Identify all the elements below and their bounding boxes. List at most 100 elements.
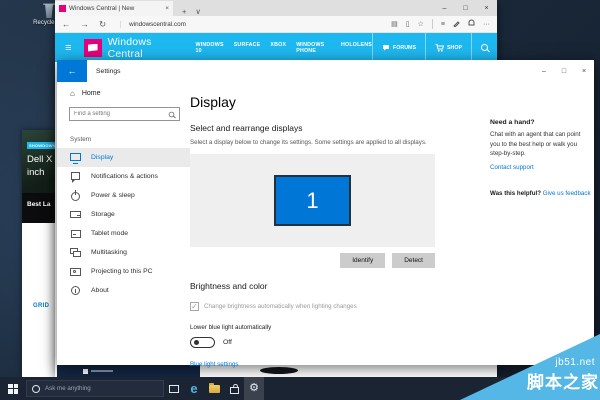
browser-maximize-button[interactable]: □ [455,5,476,12]
nav-windows-phone[interactable]: WINDOWS PHONE [296,42,331,54]
back-icon[interactable]: ← [62,19,71,29]
sidebar-item-storage[interactable]: Storage [57,205,190,224]
search-icon [481,44,488,51]
store-bag-icon [229,383,239,394]
reading-list-icon[interactable]: ▯ [406,20,410,28]
task-view-button[interactable] [164,377,184,400]
about-icon [70,285,82,297]
watermark-site-name: 脚本之家 [527,373,599,392]
feedback-link[interactable]: Give us feedback [543,190,591,197]
help-title: Need a hand? [490,119,535,126]
site-brand[interactable]: Windows Central [108,36,181,60]
footer-text-line [91,370,113,372]
taskbar-explorer-button[interactable] [204,377,224,400]
tab-bar: Windows Central | New × + ∨ – □ × [55,0,497,16]
find-setting-search-icon[interactable] [168,111,175,117]
sidebar-item-power[interactable]: Power & sleep [57,186,190,205]
share-icon[interactable] [468,19,475,29]
find-setting-input[interactable] [74,111,168,117]
find-setting-searchbox[interactable] [69,107,180,121]
refresh-icon[interactable]: ↻ [99,19,106,30]
settings-close-button[interactable]: × [574,68,594,75]
taskbar-search-input[interactable] [45,385,158,392]
windows-central-logo[interactable] [83,38,102,57]
detect-button[interactable]: Detect [392,253,435,268]
forums-link[interactable]: FORUMS [372,33,425,62]
sidebar-item-notifications[interactable]: Notifications & actions [57,167,190,186]
browser-minimize-button[interactable]: – [434,5,455,12]
favorites-star-icon[interactable]: ☆ [418,20,424,28]
site-nav: WINDOWS 10 SURFACE XBOX WINDOWS PHONE HO… [196,42,373,54]
browser-close-button[interactable]: × [476,5,497,12]
taskbar-store-button[interactable] [224,377,244,400]
settings-window: ← Settings – □ × ⌂ Home System Display N… [57,60,594,368]
sidebar-item-display[interactable]: Display [57,148,190,167]
forums-bubble-icon [383,45,390,51]
site-menu-hamburger-icon[interactable]: ≡ [55,33,82,62]
addressbar-divider [431,19,433,29]
shop-link[interactable]: SHOP [424,33,471,62]
sidebar-item-tablet-mode[interactable]: Tablet mode [57,224,190,243]
nav-hololens[interactable]: HOLOLENS [341,42,372,54]
multitasking-icon [70,247,82,259]
brightness-checkbox-label: Change brightness automatically when lig… [204,303,357,310]
help-body: Chat with an agent that can point you to… [490,131,581,158]
contact-support-link[interactable]: Contact support [490,164,590,171]
identify-button[interactable]: Identify [340,253,386,268]
tablet-mode-icon [70,228,82,240]
sidebar-item-multitasking[interactable]: Multitasking [57,243,190,262]
shop-cart-icon [435,43,444,52]
web-note-pen-icon[interactable] [453,20,460,29]
page-title: Display [190,94,236,110]
settings-back-button[interactable]: ← [57,60,87,82]
url-field[interactable]: windowscentral.com [120,20,186,28]
notifications-icon [70,171,82,183]
nav-surface[interactable]: SURFACE [234,42,261,54]
article-title-line2: inch [27,167,45,178]
sidebar-item-projecting[interactable]: Projecting to this PC [57,262,190,281]
forward-icon[interactable]: → [81,19,90,29]
page-footer-strip [57,365,200,377]
new-tab-button[interactable]: + [182,7,186,16]
gear-icon: ⚙ [249,382,259,394]
settings-window-title: Settings [96,67,121,75]
settings-minimize-button[interactable]: – [534,68,554,75]
footer-logo-icon [83,368,88,374]
section-heading-displays: Select and rearrange displays [190,123,303,133]
taskbar-settings-button[interactable]: ⚙ [244,377,264,400]
site-header: ≡ Windows Central WINDOWS 10 SURFACE XBO… [55,33,497,62]
power-icon [70,189,82,202]
nav-windows10[interactable]: WINDOWS 10 [196,42,224,54]
site-search-button[interactable] [471,33,497,62]
nav-xbox[interactable]: XBOX [270,42,286,54]
sidebar-item-home[interactable]: ⌂ Home [57,84,190,102]
sidebar-item-about[interactable]: About [57,281,190,300]
bluelight-label: Lower blue light automatically [190,324,272,331]
more-options-icon[interactable]: ··· [483,21,490,28]
cortana-search-box[interactable] [26,380,164,397]
watermark: jb51.net 脚本之家 [460,334,600,400]
hub-icon[interactable]: ≡ [441,21,445,28]
home-icon: ⌂ [70,89,75,98]
browser-tab[interactable]: Windows Central | New × [55,1,173,16]
start-button[interactable] [0,377,26,400]
taskbar-edge-button[interactable]: e [184,377,204,400]
background-window[interactable]: SHOWDOWN Dell X inch Best La GRID [22,130,57,377]
grid-link[interactable]: GRID [33,303,49,309]
sidebar-section-label: System [70,136,91,143]
settings-title-bar: ← Settings – □ × [57,60,594,82]
bluelight-settings-link[interactable]: Blue light settings [190,361,455,368]
bluelight-toggle-state: Off [223,339,232,346]
windows-logo-icon [8,383,18,394]
tab-preview-chevron-icon[interactable]: ∨ [195,7,201,16]
display-arrangement-panel: 1 [190,154,435,247]
edge-icon: e [190,381,198,396]
brightness-checkbox[interactable]: ✓ [190,302,199,311]
reading-view-icon[interactable]: ▤ [391,20,398,28]
bluelight-toggle[interactable] [190,337,215,348]
monitor-1-tile[interactable]: 1 [274,175,351,226]
folder-icon [208,382,220,393]
cortana-icon [32,384,40,393]
settings-maximize-button[interactable]: □ [554,68,574,75]
tab-close-icon[interactable]: × [165,5,169,12]
